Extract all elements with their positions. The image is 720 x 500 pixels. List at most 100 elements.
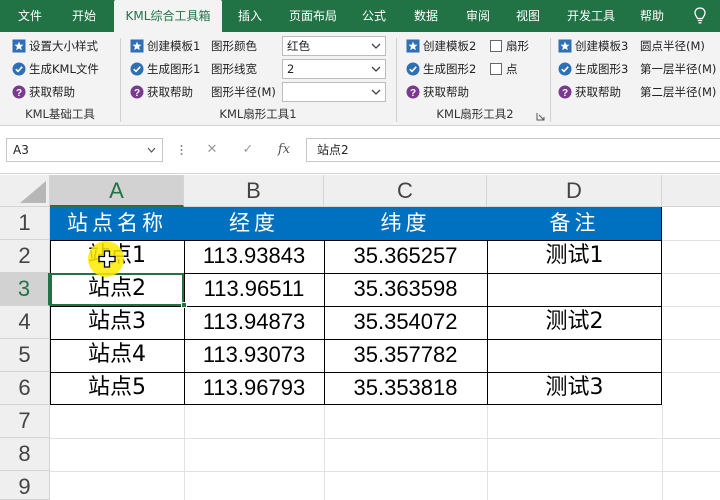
gridline [50, 471, 720, 472]
help-button-3[interactable]: ? 获取帮助 [406, 82, 469, 102]
insert-function-icon[interactable]: fx [270, 138, 298, 162]
tab-kml-toolbox[interactable]: KML综合工具箱 [114, 0, 222, 32]
tab-developer[interactable]: 开发工具 [560, 0, 622, 32]
help-button-1[interactable]: ? 获取帮助 [12, 82, 75, 102]
cell-cursor-icon [98, 250, 116, 268]
tab-insert[interactable]: 插入 [230, 0, 270, 32]
generate-kml-button[interactable]: 生成KML文件 [12, 59, 99, 79]
checkbox-box [490, 40, 502, 52]
shape-radius-label: 图形半径(M) [211, 85, 276, 99]
generate-shape-3-button[interactable]: 生成图形3 [558, 59, 628, 79]
svg-text:?: ? [16, 88, 22, 99]
point-checkbox[interactable]: 点 [490, 59, 518, 79]
cell-a4[interactable]: 站点3 [50, 306, 184, 339]
tab-data[interactable]: 数据 [404, 0, 448, 32]
create-template-1-button[interactable]: 创建模板1 [130, 36, 200, 56]
tab-home[interactable]: 开始 [62, 0, 106, 32]
row-header-5[interactable]: 5 [0, 339, 50, 372]
row-header-4[interactable]: 4 [0, 306, 50, 339]
gridline [324, 405, 325, 500]
shape-color-select[interactable]: 红色 [282, 36, 386, 56]
cell-d5[interactable] [487, 339, 662, 372]
cell-b1[interactable]: 经度 [184, 207, 324, 240]
layer1-radius-label: 第一层半径(M) [640, 62, 717, 76]
generate-shape-2-button[interactable]: 生成图形2 [406, 59, 476, 79]
row-header-3[interactable]: 3 [0, 273, 50, 306]
column-header-e[interactable] [662, 175, 720, 207]
formula-bar: A3 ✕ ✓ fx 站点2 [0, 126, 720, 174]
tab-page-layout[interactable]: 页面布局 [282, 0, 344, 32]
group-separator [550, 38, 551, 122]
column-header-c[interactable]: C [324, 175, 487, 207]
sector-checkbox[interactable]: 扇形 [490, 36, 529, 56]
cell-c1[interactable]: 纬度 [324, 207, 487, 240]
fill-handle[interactable] [181, 302, 187, 308]
cell-b6[interactable]: 113.96793 [184, 372, 324, 405]
column-header-b[interactable]: B [184, 175, 324, 207]
cell-d4[interactable]: 测试2 [487, 306, 662, 339]
question-circle-icon: ? [558, 85, 572, 99]
question-circle-icon: ? [130, 85, 144, 99]
table-border [50, 240, 51, 405]
more-options-icon[interactable] [180, 144, 183, 156]
cell-b2[interactable]: 113.93843 [184, 240, 324, 273]
shape-radius-select[interactable] [282, 82, 386, 102]
lightbulb-icon[interactable] [694, 7, 706, 25]
svg-text:?: ? [134, 88, 140, 99]
row-header-9[interactable]: 9 [0, 471, 50, 500]
row-header-8[interactable]: 8 [0, 438, 50, 471]
tab-help[interactable]: 帮助 [632, 0, 672, 32]
group-label-kml-basic: KML基础工具 [25, 107, 95, 121]
cell-a1[interactable]: 站点名称 [50, 207, 184, 240]
cell-c6[interactable]: 35.353818 [324, 372, 487, 405]
cell-b3[interactable]: 113.96511 [184, 273, 324, 306]
row-header-2[interactable]: 2 [0, 240, 50, 273]
svg-text:?: ? [562, 88, 568, 99]
cell-c3[interactable]: 35.363598 [324, 273, 487, 306]
cell-b4[interactable]: 113.94873 [184, 306, 324, 339]
set-size-style-button[interactable]: 设置大小样式 [12, 36, 98, 56]
column-header-a[interactable]: A [50, 175, 184, 207]
create-template-3-button[interactable]: 创建模板3 [558, 36, 628, 56]
shape-line-width-select[interactable]: 2 [282, 59, 386, 79]
dialog-launcher-icon[interactable] [536, 112, 545, 121]
row-header-1[interactable]: 1 [0, 207, 50, 240]
svg-text:?: ? [410, 88, 416, 99]
cell-c5[interactable]: 35.357782 [324, 339, 487, 372]
column-header-d[interactable]: D [487, 175, 662, 207]
create-template-2-button[interactable]: 创建模板2 [406, 36, 476, 56]
cell-d6[interactable]: 测试3 [487, 372, 662, 405]
table-border [487, 240, 488, 405]
table-border [661, 207, 662, 405]
cell-a6[interactable]: 站点5 [50, 372, 184, 405]
help-button-4[interactable]: ? 获取帮助 [558, 82, 621, 102]
help-button-2[interactable]: ? 获取帮助 [130, 82, 193, 102]
cancel-icon[interactable]: ✕ [198, 138, 226, 162]
row-header-6[interactable]: 6 [0, 372, 50, 405]
select-all-triangle-icon [20, 181, 46, 203]
formula-input[interactable]: 站点2 [306, 138, 720, 162]
tab-formulas[interactable]: 公式 [354, 0, 394, 32]
cell-d1[interactable]: 备注 [487, 207, 662, 240]
tab-view[interactable]: 视图 [508, 0, 548, 32]
name-box[interactable]: A3 [6, 138, 163, 162]
generate-shape-1-button[interactable]: 生成图形1 [130, 59, 200, 79]
tab-review[interactable]: 审阅 [456, 0, 500, 32]
row-header-7[interactable]: 7 [0, 405, 50, 438]
cell-c2[interactable]: 35.365257 [324, 240, 487, 273]
cell-d2[interactable]: 测试1 [487, 240, 662, 273]
select-all-corner[interactable] [0, 175, 50, 207]
question-circle-icon: ? [406, 85, 420, 99]
gridline [662, 372, 720, 373]
tab-file[interactable]: 文件 [8, 0, 52, 32]
gridline [662, 405, 663, 500]
cell-a5[interactable]: 站点4 [50, 339, 184, 372]
cell-b5[interactable]: 113.93073 [184, 339, 324, 372]
enter-icon[interactable]: ✓ [234, 138, 262, 162]
table-border [50, 306, 662, 307]
cell-c4[interactable]: 35.354072 [324, 306, 487, 339]
star-box-icon [130, 39, 144, 53]
group-label-kml-sector-1: KML扇形工具1 [219, 107, 297, 121]
cell-d3[interactable] [487, 273, 662, 306]
layer2-radius-label: 第二层半径(M) [640, 85, 717, 99]
